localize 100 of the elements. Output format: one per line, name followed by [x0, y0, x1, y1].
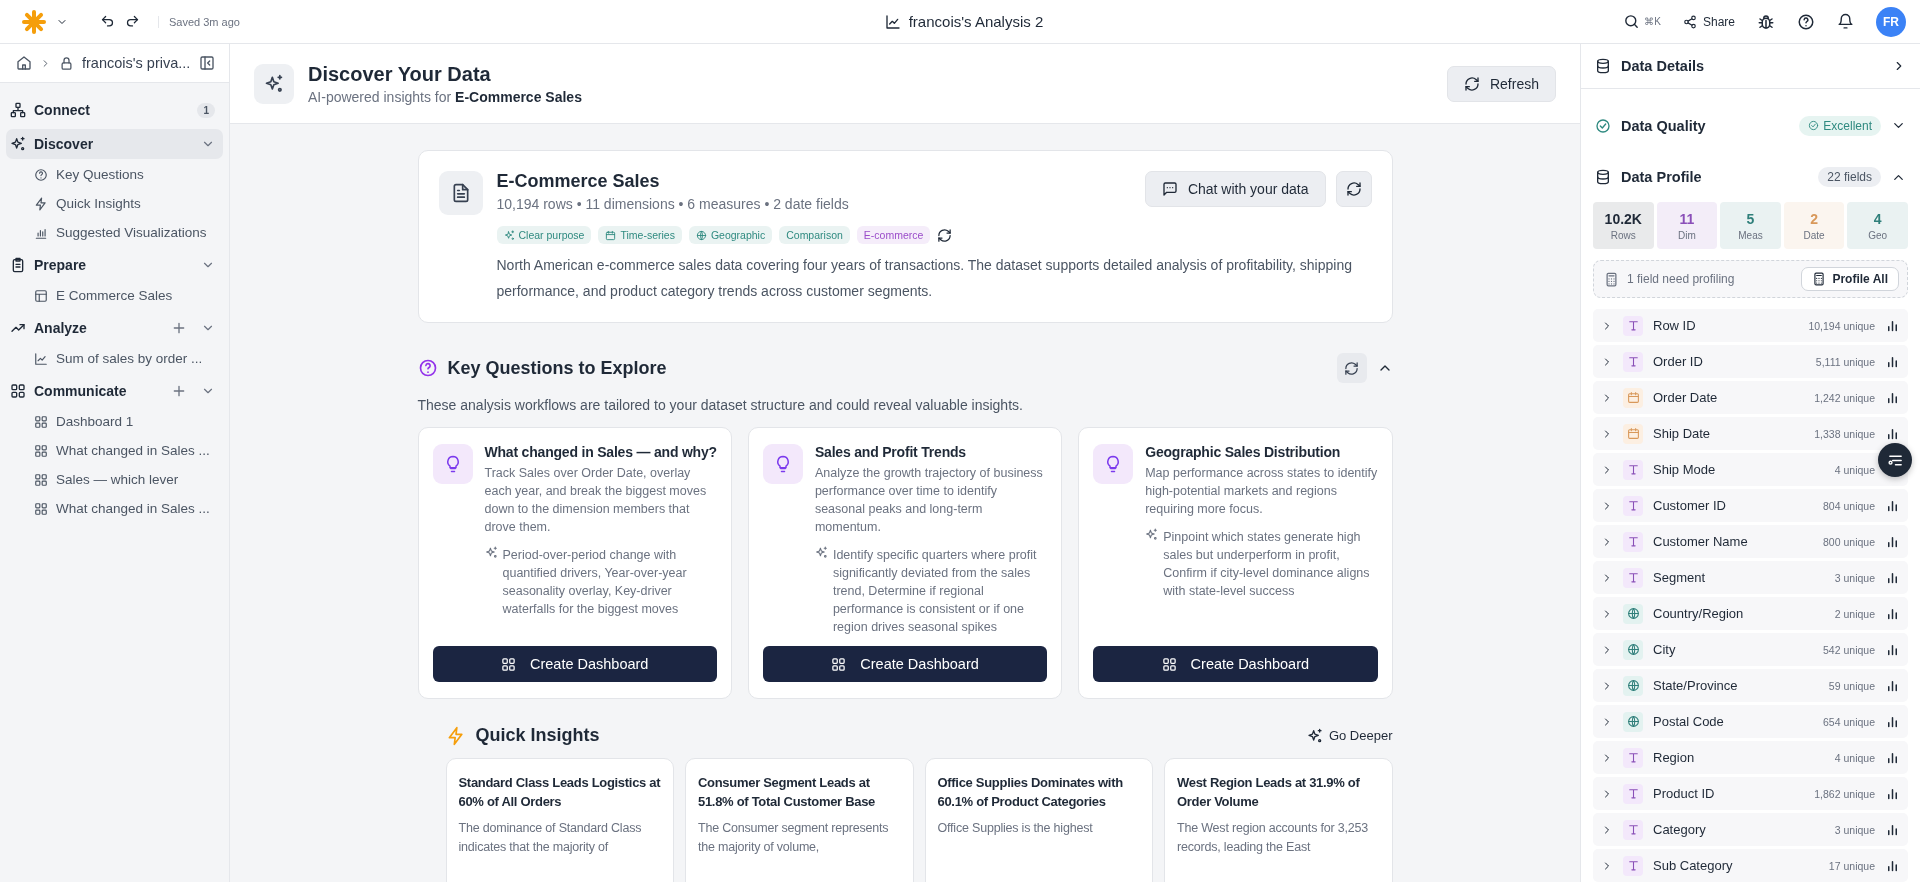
tag-chip: Geographic: [688, 226, 773, 244]
bar-chart-icon[interactable]: [1885, 642, 1900, 657]
home-icon[interactable]: [16, 55, 32, 71]
go-deeper-button[interactable]: Go Deeper: [1306, 727, 1393, 744]
nav-item[interactable]: Suggested Visualizations: [6, 219, 223, 246]
nav-section[interactable]: Analyze: [6, 313, 223, 343]
nav-section[interactable]: Discover: [6, 129, 223, 159]
nav-item[interactable]: Dashboard 1: [6, 408, 223, 435]
redo-icon[interactable]: [125, 14, 140, 29]
dataset-description: North American e-commerce sales data covering four years of transactions. The dataset supports detailed analysis of profitability, shipping performance, and product category trends across customer segments.: [496, 256, 1353, 301]
section-title: Quick Insights: [475, 725, 601, 746]
nav-section[interactable]: Communicate: [6, 376, 223, 406]
share-button[interactable]: Share: [1682, 14, 1735, 29]
nav-section[interactable]: Prepare: [6, 250, 223, 280]
undo-icon[interactable]: [100, 14, 115, 29]
plus-icon[interactable]: [171, 383, 187, 399]
refresh-button[interactable]: [1336, 353, 1367, 383]
nav-item[interactable]: E Commerce Sales: [6, 282, 223, 309]
workspace-breadcrumb[interactable]: francois's priva...: [82, 55, 191, 71]
question-circle-icon: [417, 358, 438, 378]
calculator-icon: [1604, 271, 1619, 287]
section-title: Data Profile: [1621, 169, 1703, 186]
lightning-icon: [34, 196, 48, 211]
search-icon[interactable]: [1623, 13, 1641, 30]
field-name: Row ID: [1653, 318, 1697, 333]
unique-count: 1,862 unique: [1814, 787, 1875, 800]
count-badge: 1: [197, 102, 215, 118]
dashboard-icon: [1161, 656, 1177, 672]
field-row[interactable]: Ship Date 1,338 unique: [1593, 417, 1908, 450]
create-dashboard-button[interactable]: Create Dashboard: [432, 646, 717, 682]
nav-item[interactable]: Sales — which lever: [6, 466, 223, 493]
share-icon: [1682, 14, 1697, 29]
bar-chart-icon[interactable]: [1885, 354, 1900, 369]
bar-chart-icon[interactable]: [1885, 534, 1900, 549]
create-dashboard-button[interactable]: Create Dashboard: [762, 646, 1048, 682]
insight-text: The Consumer segment represents the majority of volume,: [698, 820, 890, 856]
field-row[interactable]: Region 4 unique: [1593, 741, 1908, 774]
field-row[interactable]: Order Date 1,242 unique: [1593, 381, 1908, 414]
field-row[interactable]: State/Province 59 unique: [1593, 669, 1908, 702]
nav-item[interactable]: Key Questions: [6, 161, 223, 188]
bar-chart-icon[interactable]: [1885, 750, 1900, 765]
field-row[interactable]: Country/Region 2 unique: [1593, 597, 1908, 630]
refresh-button[interactable]: Refresh: [1446, 65, 1556, 102]
dataset-name: E-Commerce Sales: [496, 171, 661, 192]
bar-chart-icon[interactable]: [1885, 714, 1900, 729]
field-row[interactable]: Sub Category 17 unique: [1593, 849, 1908, 882]
bar-chart-icon[interactable]: [1885, 318, 1900, 333]
nav-item[interactable]: Sum of sales by order ...: [6, 345, 223, 372]
bar-chart-icon[interactable]: [1885, 822, 1900, 837]
insight-title: Office Supplies Dominates with 60.1% of Product Categories: [937, 774, 1124, 811]
help-icon[interactable]: [1797, 12, 1815, 31]
nav-item[interactable]: Quick Insights: [6, 190, 223, 217]
field-row[interactable]: City 542 unique: [1593, 633, 1908, 666]
calculator-icon: [1812, 272, 1827, 287]
bar-chart-icon[interactable]: [1885, 606, 1900, 621]
question-title: Geographic Sales Distribution: [1145, 444, 1342, 460]
nav-item[interactable]: What changed in Sales ...: [6, 495, 223, 522]
bar-chart-icon[interactable]: [1885, 498, 1900, 513]
profile-all-button[interactable]: Profile All: [1801, 267, 1899, 292]
chat-button[interactable]: Chat with your data: [1144, 171, 1326, 207]
refresh-icon[interactable]: [937, 227, 953, 243]
field-row[interactable]: Customer ID 804 unique: [1593, 489, 1908, 522]
bar-chart-icon[interactable]: [1885, 426, 1900, 441]
field-row[interactable]: Customer Name 800 unique: [1593, 525, 1908, 558]
field-name: Ship Date: [1653, 426, 1712, 441]
sidebar-toggle-icon[interactable]: [199, 55, 215, 71]
user-avatar[interactable]: FR: [1876, 6, 1906, 37]
unique-count: 3 unique: [1834, 823, 1875, 836]
bug-icon[interactable]: [1757, 12, 1775, 31]
field-row[interactable]: Order ID 5,111 unique: [1593, 345, 1908, 378]
field-name: Product ID: [1653, 786, 1716, 801]
field-row[interactable]: Product ID 1,862 unique: [1593, 777, 1908, 810]
bar-chart-icon[interactable]: [1885, 786, 1900, 801]
bar-chart-icon[interactable]: [1885, 390, 1900, 405]
field-row[interactable]: Ship Mode 4 unique: [1593, 453, 1908, 486]
lock-icon: [59, 55, 74, 71]
plus-icon[interactable]: [171, 320, 187, 336]
page-title: Discover Your Data: [308, 62, 492, 86]
nav-item[interactable]: What changed in Sales ...: [6, 437, 223, 464]
bar-chart-icon[interactable]: [1885, 858, 1900, 873]
bar-chart-icon[interactable]: [1885, 570, 1900, 585]
bell-icon[interactable]: [1837, 13, 1854, 30]
field-row[interactable]: Segment 3 unique: [1593, 561, 1908, 594]
line-chart-icon: [884, 13, 901, 30]
field-row[interactable]: Category 3 unique: [1593, 813, 1908, 846]
field-row[interactable]: Postal Code 654 unique: [1593, 705, 1908, 738]
panel-title[interactable]: Data Details: [1621, 57, 1882, 74]
question-description: Track Sales over Order Date, overlay each year, and break the biggest moves down to the dimension members that drove them.: [484, 465, 708, 536]
unique-count: 3 unique: [1834, 571, 1875, 584]
field-name: Customer Name: [1653, 534, 1749, 549]
stat-value: 11: [1679, 210, 1695, 227]
unique-count: 4 unique: [1834, 751, 1875, 764]
refresh-icon: [1344, 360, 1359, 376]
regenerate-button[interactable]: [1335, 171, 1372, 207]
field-row[interactable]: Row ID 10,194 unique: [1593, 309, 1908, 342]
save-status: Saved 3m ago: [158, 15, 240, 28]
bar-chart-icon[interactable]: [1885, 678, 1900, 693]
refresh-icon: [1463, 75, 1480, 92]
create-dashboard-button[interactable]: Create Dashboard: [1093, 646, 1378, 682]
nav-section[interactable]: Connect 1: [6, 95, 223, 125]
